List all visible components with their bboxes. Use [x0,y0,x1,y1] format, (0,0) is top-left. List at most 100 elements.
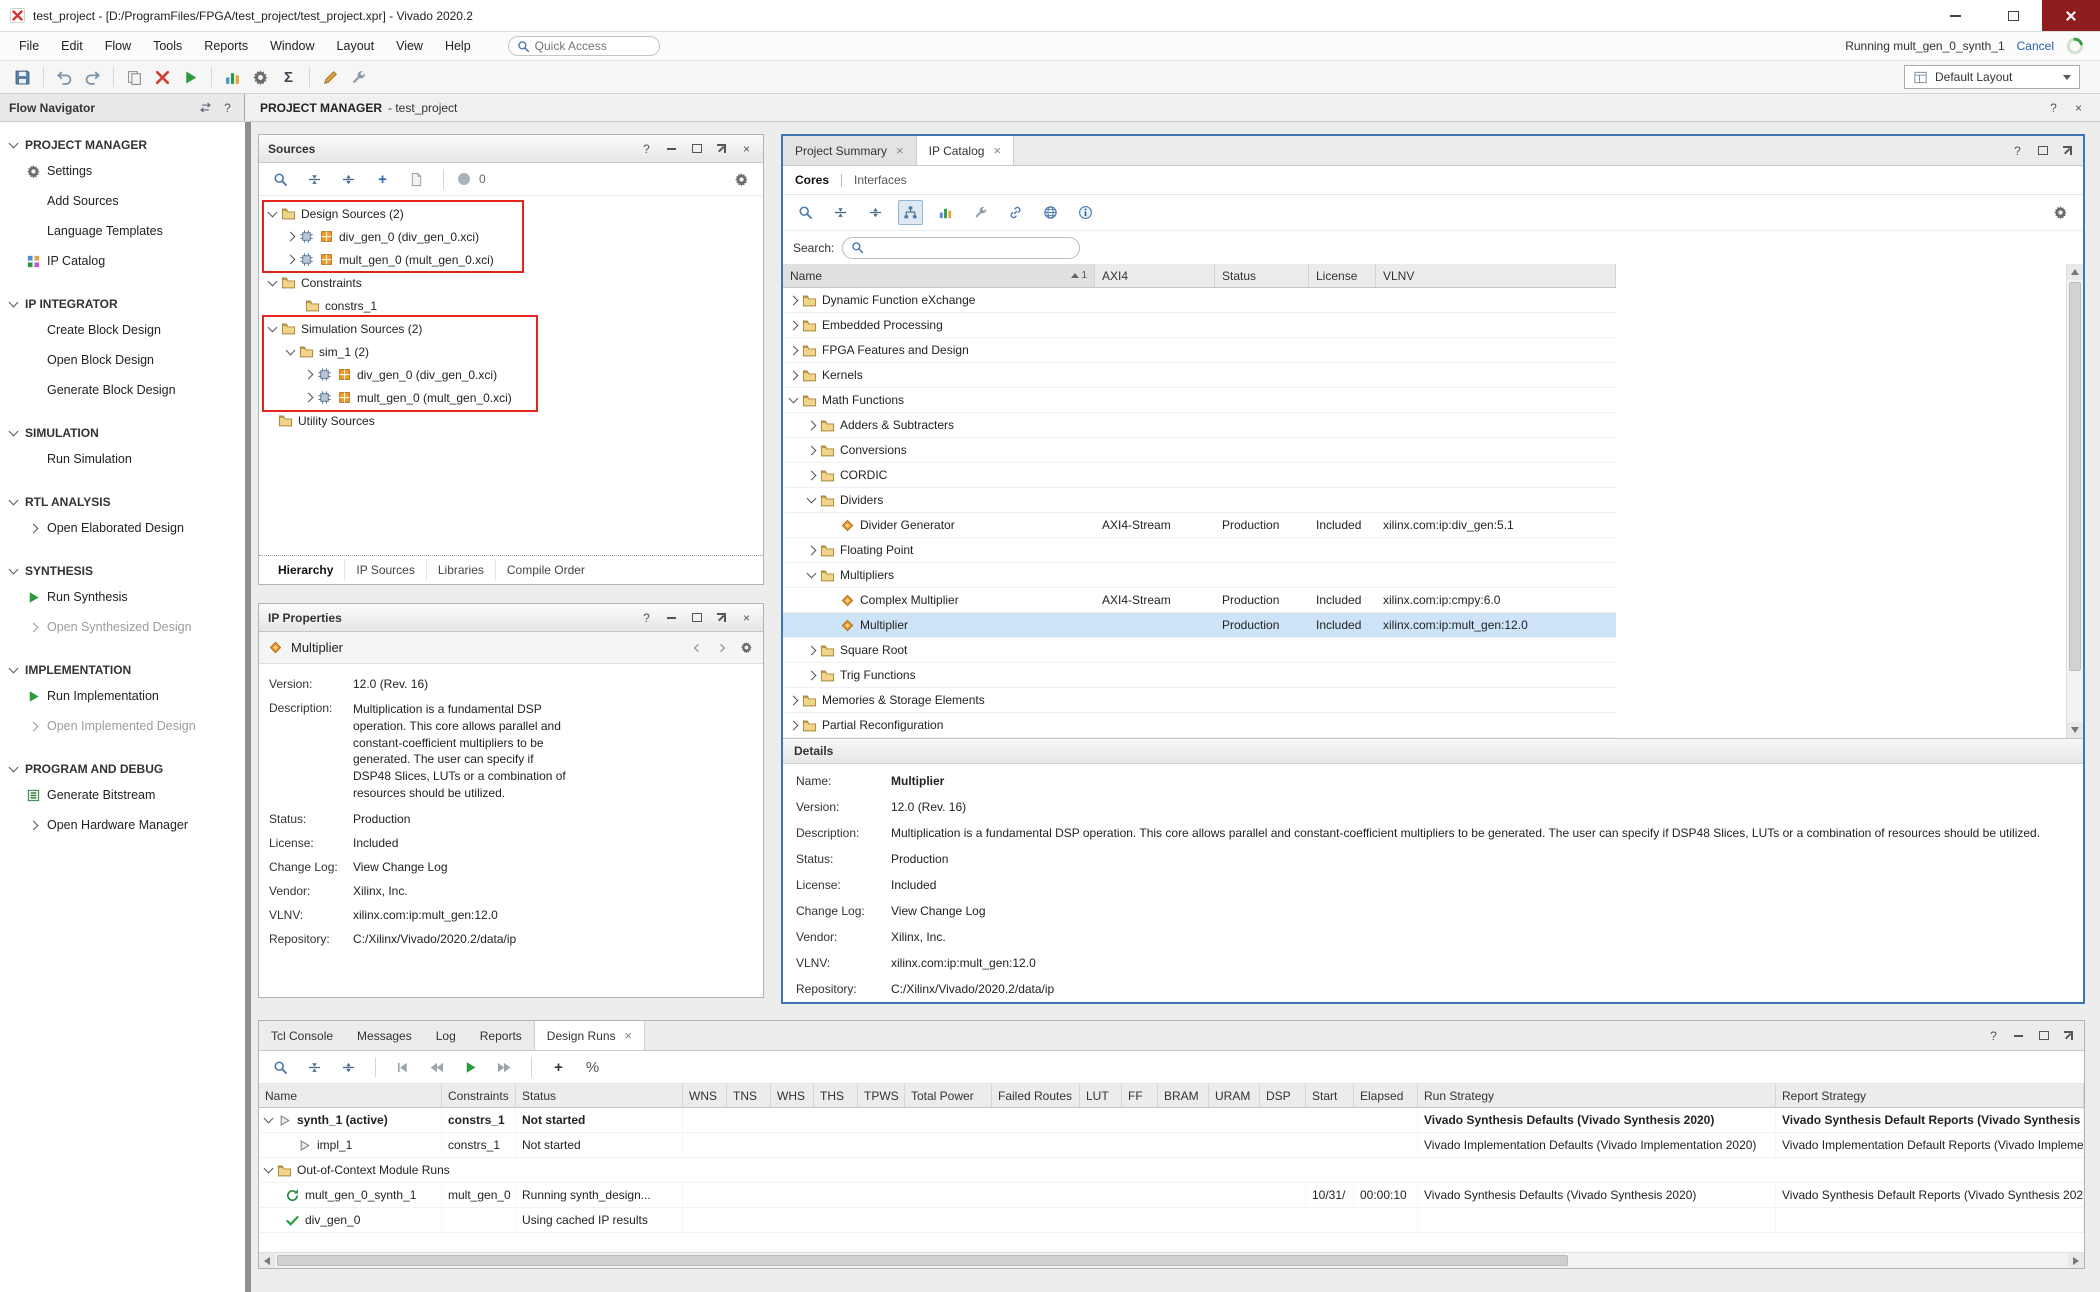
search-icon[interactable] [268,1055,293,1080]
column-header[interactable]: Constraints [442,1084,516,1107]
menu-tools[interactable]: Tools [142,39,193,53]
column-header-license[interactable]: License [1309,264,1376,287]
search-icon[interactable] [268,167,293,192]
tab-ip-sources[interactable]: IP Sources [344,559,425,581]
minimize-panel-icon[interactable] [664,610,679,625]
sidebar-item-add-sources[interactable]: Add Sources [0,186,245,216]
expand-caret-icon[interactable] [807,645,817,655]
expand-caret-icon[interactable] [286,232,296,242]
tab-ip-catalog[interactable]: IP Catalog × [917,136,1014,165]
settings-gear-icon[interactable] [2048,200,2073,225]
column-header[interactable]: Start [1306,1084,1354,1107]
section-title-program-and-debug[interactable]: PROGRAM AND DEBUG [0,758,245,780]
minimize-panel-icon[interactable] [664,141,679,156]
tab-hierarchy[interactable]: Hierarchy [267,559,344,581]
tree-row-constrs-1[interactable]: constrs_1 [259,294,763,317]
cancel-run-link[interactable]: Cancel [2017,39,2054,53]
sidebar-item-open-elaborated-design[interactable]: Open Elaborated Design [0,513,245,543]
minimize-button[interactable] [1926,0,1984,31]
menu-reports[interactable]: Reports [193,39,259,53]
catalog-row[interactable]: Square Root [783,638,1616,663]
tab-tcl-console[interactable]: Tcl Console [259,1021,345,1050]
settings-gear-icon[interactable] [739,640,754,655]
sidebar-item-run-simulation[interactable]: Run Simulation [0,444,245,474]
workspace-close-icon[interactable]: × [2071,100,2086,115]
maximize-panel-icon[interactable] [2035,143,2050,158]
quick-access-box[interactable] [508,36,660,56]
column-header[interactable]: BRAM [1158,1084,1209,1107]
column-header-name[interactable]: Name 1 [783,264,1095,287]
collapse-all-icon[interactable] [302,1055,327,1080]
tools-wrench-icon[interactable] [346,65,371,90]
web-icon[interactable] [1038,200,1063,225]
expand-caret-icon[interactable] [789,370,799,380]
sum-icon[interactable]: Σ [276,65,301,90]
expand-caret-icon[interactable] [789,320,799,330]
column-header[interactable]: Name [259,1084,442,1107]
run-row-mult-gen-synth[interactable]: mult_gen_0_synth_1 mult_gen_0 Running sy… [259,1183,2084,1208]
column-header-vlnv[interactable]: VLNV [1376,264,1616,287]
expand-caret-icon[interactable] [264,1164,274,1174]
run-group-out-of-context[interactable]: Out-of-Context Module Runs [259,1158,2084,1183]
column-header[interactable]: Total Power [905,1084,992,1107]
collapse-all-icon[interactable] [302,167,327,192]
catalog-row[interactable]: Multipliers [783,563,1616,588]
tree-row-utility-sources[interactable]: Utility Sources [259,409,763,432]
expand-caret-icon[interactable] [304,370,314,380]
section-title-simulation[interactable]: SIMULATION [0,422,245,444]
tab-log[interactable]: Log [424,1021,468,1050]
expand-caret-icon[interactable] [807,545,817,555]
catalog-row[interactable]: Floating Point [783,538,1616,563]
close-tab-icon[interactable]: × [625,1028,633,1043]
status-link[interactable]: Production [891,851,2070,868]
tree-row-mult-gen[interactable]: mult_gen_0 (mult_gen_0.xci) [259,248,763,271]
view-change-log-link[interactable]: View Change Log [353,860,448,874]
maximize-panel-icon[interactable] [2036,1028,2051,1043]
step-forward-icon[interactable] [492,1055,517,1080]
tab-compile-order[interactable]: Compile Order [495,559,596,581]
toggle-sidebar-icon[interactable] [199,101,212,114]
maximize-panel-icon[interactable] [689,610,704,625]
tree-row-simulation-sources[interactable]: Simulation Sources (2) [259,317,763,340]
step-first-icon[interactable] [390,1055,415,1080]
expand-caret-icon[interactable] [807,420,817,430]
subtab-interfaces[interactable]: Interfaces [854,173,907,187]
edit-pencil-icon[interactable] [318,65,343,90]
back-arrow-icon[interactable] [689,640,704,655]
tab-project-summary[interactable]: Project Summary × [783,136,917,165]
column-header[interactable]: FF [1122,1084,1158,1107]
sidebar-item-open-block-design[interactable]: Open Block Design [0,345,245,375]
redo-icon[interactable] [80,65,105,90]
run-row-div-gen[interactable]: div_gen_0 Using cached IP results [259,1208,2084,1233]
column-header[interactable]: WNS [683,1084,727,1107]
menu-file[interactable]: File [8,39,50,53]
scroll-left-button[interactable] [259,1253,275,1268]
column-header[interactable]: Elapsed [1354,1084,1418,1107]
tree-row-sim-1[interactable]: sim_1 (2) [259,340,763,363]
help-icon[interactable]: ? [639,610,654,625]
expand-caret-icon[interactable] [286,255,296,265]
catalog-row-divider-generator[interactable]: Divider Generator AXI4-Stream Production… [783,513,1616,538]
sidebar-item-generate-block-design[interactable]: Generate Block Design [0,375,245,405]
catalog-row[interactable]: Partial Reconfiguration [783,713,1616,738]
close-panel-icon[interactable]: × [739,141,754,156]
expand-caret-icon[interactable] [286,345,296,355]
maximize-panel-icon[interactable] [689,141,704,156]
step-back-icon[interactable] [424,1055,449,1080]
column-header[interactable]: WHS [771,1084,814,1107]
tree-row-constraints[interactable]: Constraints [259,271,763,294]
expand-all-icon[interactable] [863,200,888,225]
float-panel-icon[interactable] [2061,1028,2076,1043]
relaunch-icon[interactable]: % [580,1055,605,1080]
copy-icon[interactable] [122,65,147,90]
sidebar-item-create-block-design[interactable]: Create Block Design [0,315,245,345]
expand-caret-icon[interactable] [789,720,799,730]
catalog-search-box[interactable] [842,237,1080,259]
catalog-row-complex-multiplier[interactable]: Complex Multiplier AXI4-Stream Productio… [783,588,1616,613]
menu-flow[interactable]: Flow [94,39,142,53]
catalog-row[interactable]: Dynamic Function eXchange [783,288,1616,313]
sidebar-item-language-templates[interactable]: Language Templates [0,216,245,246]
section-title-project-manager[interactable]: PROJECT MANAGER [0,134,245,156]
menu-edit[interactable]: Edit [50,39,94,53]
float-panel-icon[interactable] [2060,143,2075,158]
